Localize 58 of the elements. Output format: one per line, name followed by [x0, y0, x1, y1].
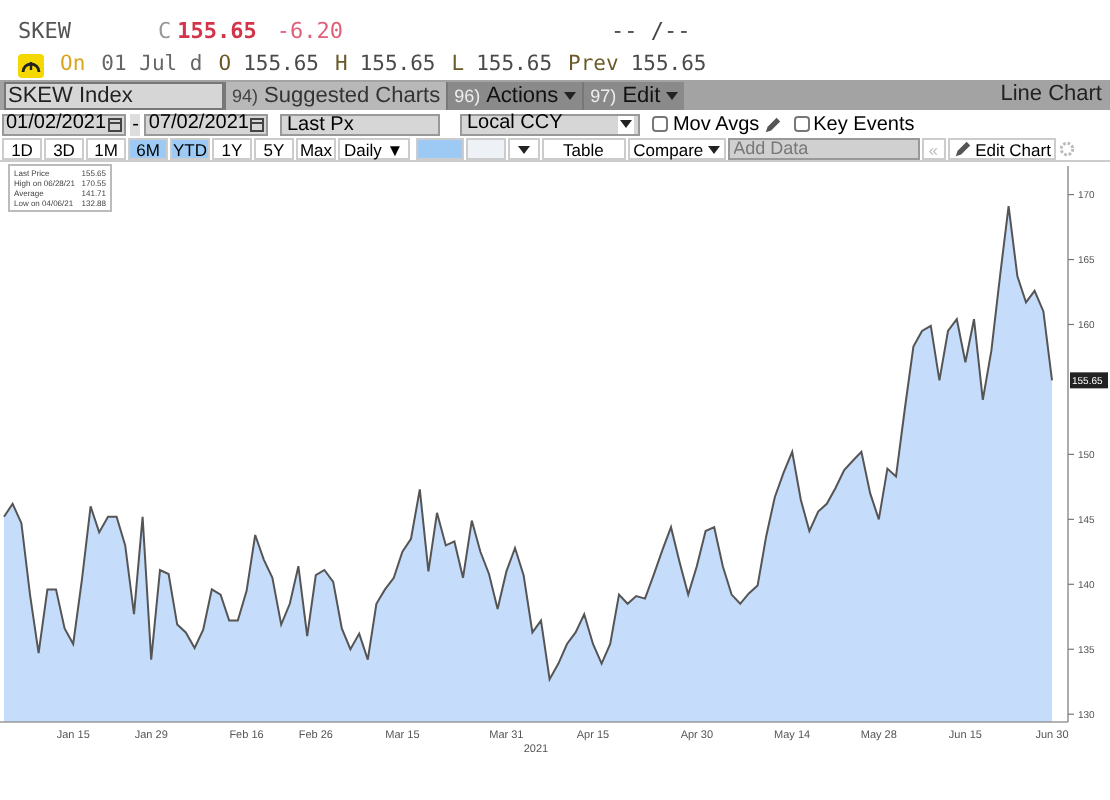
period-button[interactable]: 1Y — [212, 138, 252, 160]
edit-chart-button[interactable]: Edit Chart — [947, 138, 1057, 160]
field-selector[interactable]: Last Px — [280, 113, 441, 135]
periodicity-dropdown[interactable]: Daily ▼ — [338, 138, 410, 160]
field-label: L — [451, 49, 465, 80]
menu-button[interactable]: 96) Actions — [446, 81, 583, 109]
period-button[interactable]: 5Y — [254, 138, 294, 160]
menu-label: Suggested Charts — [264, 83, 441, 107]
menu-label: Edit — [622, 83, 661, 107]
price-change: -6.20 — [276, 16, 343, 49]
checkbox-label: Key Events — [813, 111, 915, 139]
field-label: H — [335, 49, 348, 80]
security-field[interactable]: SKEW Index — [4, 81, 224, 109]
menu-number: 96) — [454, 83, 481, 107]
caret-icon — [707, 145, 720, 153]
period-button[interactable]: Max — [296, 138, 336, 160]
period-button[interactable]: YTD — [170, 138, 210, 160]
chart-type-label: Line Chart — [1000, 80, 1102, 111]
caret-icon — [620, 120, 633, 128]
add-data-field[interactable]: Add Data — [727, 138, 920, 160]
checkbox[interactable] — [793, 116, 810, 132]
table-button[interactable]: Table — [541, 138, 626, 160]
field-value: 155.65 — [359, 49, 436, 80]
close-prefix: C — [158, 16, 172, 49]
field-value: 155.65 — [243, 49, 319, 80]
date-field[interactable]: 01/02/2021 — [2, 113, 127, 135]
pencil-icon — [953, 140, 972, 158]
checkbox[interactable] — [652, 116, 669, 132]
menu-button[interactable]: 97) Edit — [582, 81, 685, 109]
period-button[interactable]: 1M — [86, 138, 126, 160]
ticker: SKEW — [18, 16, 73, 49]
menu-number: 94) — [232, 83, 259, 107]
period-button[interactable]: 1D — [2, 138, 42, 160]
session-date: 01 Jul d — [101, 49, 203, 80]
menu-button[interactable]: 94) Suggested Charts — [224, 81, 447, 109]
compare-button[interactable]: Compare — [627, 138, 726, 160]
currency-dropdown[interactable]: Local CCY — [460, 113, 641, 135]
field-value: 155.65 — [630, 49, 707, 80]
menu-number: 97) — [590, 83, 617, 107]
last-price: 155.65 — [177, 16, 257, 49]
calendar-icon — [108, 117, 123, 131]
date-value: 01/02/2021 — [6, 114, 107, 134]
calendar-icon — [250, 117, 265, 131]
checkbox-label: Mov Avgs — [672, 111, 760, 139]
caret-icon — [517, 145, 530, 153]
date-value: 07/02/2021 — [148, 114, 249, 134]
field-label: Prev — [568, 49, 619, 80]
gauge-icon — [18, 53, 44, 77]
on-label: On — [60, 49, 86, 80]
field-value: 155.65 — [476, 49, 553, 80]
period-button[interactable]: 6M — [128, 138, 168, 160]
period-button[interactable]: 3D — [44, 138, 84, 160]
date-field[interactable]: 07/02/2021 — [144, 113, 269, 135]
dropdown-button[interactable] — [507, 138, 540, 160]
bid-ask: -- /-- — [611, 16, 691, 49]
field-label: O — [218, 49, 232, 80]
menu-label: Actions — [486, 83, 559, 107]
date-separator: - — [130, 113, 141, 135]
